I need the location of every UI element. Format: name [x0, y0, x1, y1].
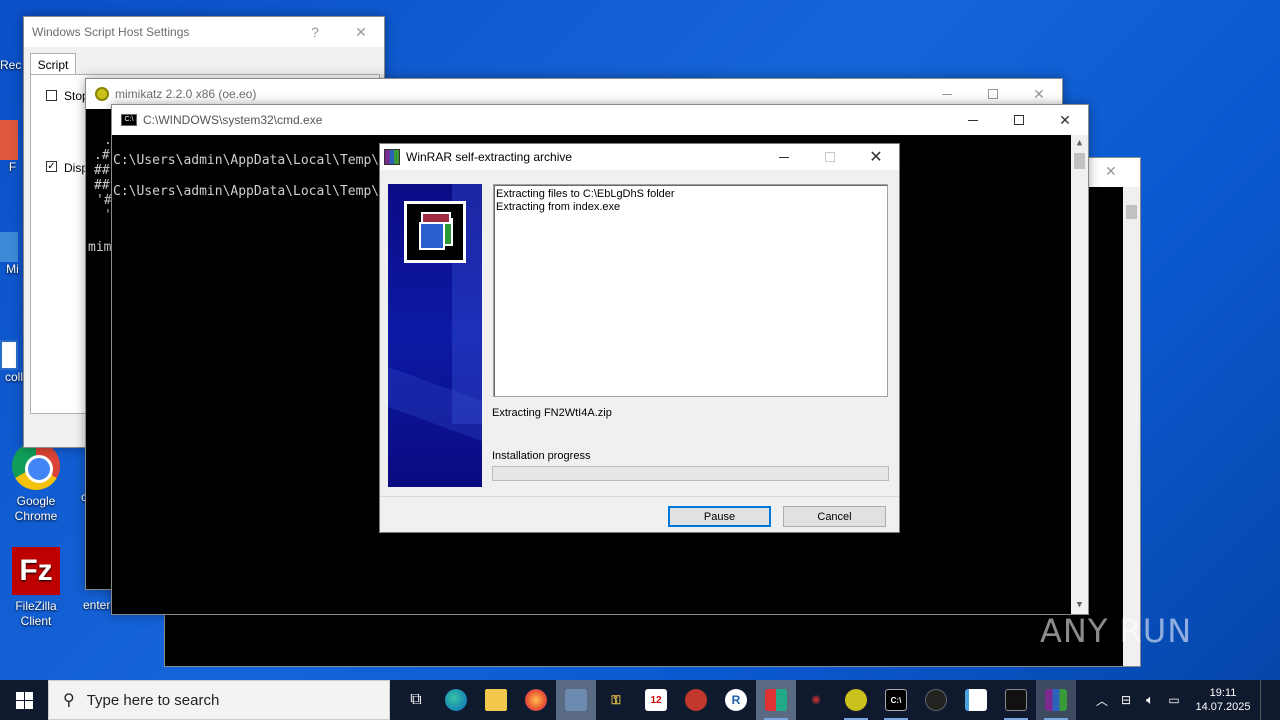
file-explorer-icon[interactable]: [476, 680, 516, 720]
log-line: Extracting from index.exe: [496, 201, 621, 213]
keys-icon[interactable]: ⚿: [596, 680, 636, 720]
extraction-log[interactable]: Extracting files to C:\EbLgDhS folder Ex…: [493, 184, 888, 397]
taskbar: ⚲ Type here to search ⧉ ⚿ 12 R ✺ C:\ ︿ ⊟…: [0, 680, 1280, 720]
winrar-icon: [384, 149, 400, 165]
app-icon: [0, 340, 18, 370]
minimize-button[interactable]: [761, 144, 807, 170]
app-icon-red[interactable]: [676, 680, 716, 720]
app-icon: [0, 120, 18, 160]
window-title: mimikatz 2.2.0 x86 (oe.eo): [115, 87, 257, 101]
close-button[interactable]: ✕: [853, 144, 899, 170]
scrollbar[interactable]: ▲ ▼: [1071, 135, 1088, 614]
stop-checkbox[interactable]: [46, 90, 57, 101]
r-icon[interactable]: R: [716, 680, 756, 720]
app-icon-red-2[interactable]: ✺: [796, 680, 836, 720]
network-tray-icon[interactable]: ⊟: [1114, 680, 1138, 720]
app-icon: [0, 232, 18, 262]
volume-icon[interactable]: 🔈︎: [1138, 680, 1162, 720]
calendar-icon[interactable]: 12: [636, 680, 676, 720]
desktop-icon-label: FileZilla Client: [15, 599, 57, 628]
search-icon: ⚲: [63, 692, 75, 709]
cmd-task-icon[interactable]: C:\: [876, 680, 916, 720]
app-icon-1[interactable]: [556, 680, 596, 720]
close-icon[interactable]: ✕: [1105, 163, 1117, 180]
help-button[interactable]: ?: [292, 17, 338, 47]
maximize-button[interactable]: [996, 105, 1042, 135]
clock-date: 14.07.2025: [1195, 701, 1251, 713]
box-top: [421, 212, 451, 224]
app-icon-dark[interactable]: [916, 680, 956, 720]
start-button[interactable]: [0, 680, 48, 720]
close-button[interactable]: ✕: [338, 17, 384, 47]
desktop-icon-filezilla[interactable]: Fz FileZilla Client: [1, 547, 71, 629]
desktop-icon-label: coll: [4, 370, 23, 384]
chrome-icon: [12, 442, 60, 490]
taskbar-search-box[interactable]: ⚲ Type here to search: [48, 680, 390, 720]
installation-progress-bar: [492, 466, 889, 481]
desktop-icon-label: F: [8, 160, 17, 174]
firefox-icon[interactable]: [516, 680, 556, 720]
windows-logo-icon: [15, 691, 33, 709]
edge-icon[interactable]: [436, 680, 476, 720]
minimize-button[interactable]: [950, 105, 996, 135]
desktop-icon-mi[interactable]: Mi: [0, 232, 25, 277]
desktop-icon-label: Rec: [0, 58, 22, 72]
pause-button[interactable]: Pause: [668, 506, 771, 527]
desktop-icon-label: Mi: [6, 262, 19, 276]
cmd-icon: C:\: [121, 114, 137, 126]
app-icon-boxes[interactable]: [756, 680, 796, 720]
current-file-label: Extracting FN2WtI4A.zip: [492, 407, 612, 419]
log-line: Extracting files to C:\EbLgDhS folder: [496, 188, 675, 200]
close-button[interactable]: ✕: [1042, 105, 1088, 135]
terminal-icon[interactable]: [996, 680, 1036, 720]
desktop-icon-label: Google Chrome: [14, 494, 58, 523]
winrar-task-icon[interactable]: [1036, 680, 1076, 720]
anyrun-watermark: ANY RUN: [1040, 612, 1192, 650]
task-view-icon[interactable]: ⧉: [396, 680, 436, 720]
window-title: Windows Script Host Settings: [32, 25, 190, 39]
clock[interactable]: 19:11 14.07.2025: [1186, 686, 1260, 714]
clock-time: 19:11: [1209, 687, 1237, 699]
notepad-icon[interactable]: [956, 680, 996, 720]
mimikatz-icon: [95, 87, 109, 101]
tab-label: Script: [37, 57, 69, 72]
separator: [380, 496, 899, 497]
scrollbar[interactable]: [1123, 187, 1140, 666]
tab-script[interactable]: Script: [30, 53, 76, 75]
notifications-icon[interactable]: [1260, 680, 1280, 720]
scrollbar-thumb[interactable]: [1126, 205, 1137, 219]
winrar-dialog[interactable]: WinRAR self-extracting archive ✕ Extract…: [379, 143, 900, 533]
filezilla-icon: Fz: [12, 547, 60, 595]
desktop-icon-f[interactable]: F: [0, 120, 25, 175]
side-banner: [388, 184, 482, 487]
maximize-button: [807, 144, 853, 170]
window-title: WinRAR self-extracting archive: [406, 150, 573, 164]
box-front: [419, 222, 445, 250]
display-tray-icon[interactable]: ▭: [1162, 680, 1186, 720]
chevron-up-icon[interactable]: ︿: [1090, 680, 1114, 720]
mimikatz-task-icon[interactable]: [836, 680, 876, 720]
winrar-box-icon: [404, 201, 466, 263]
window-title: C:\WINDOWS\system32\cmd.exe: [143, 113, 323, 127]
cancel-button[interactable]: Cancel: [783, 506, 886, 527]
search-placeholder: Type here to search: [86, 691, 220, 709]
watermark-text: ANY RUN: [1040, 612, 1193, 650]
progress-label: Installation progress: [492, 450, 591, 462]
display-checkbox[interactable]: ✓: [46, 161, 57, 172]
desktop-icon-chrome[interactable]: Google Chrome: [1, 442, 71, 524]
scrollbar-thumb[interactable]: [1074, 153, 1085, 169]
scroll-up-icon[interactable]: ▲: [1071, 135, 1088, 152]
